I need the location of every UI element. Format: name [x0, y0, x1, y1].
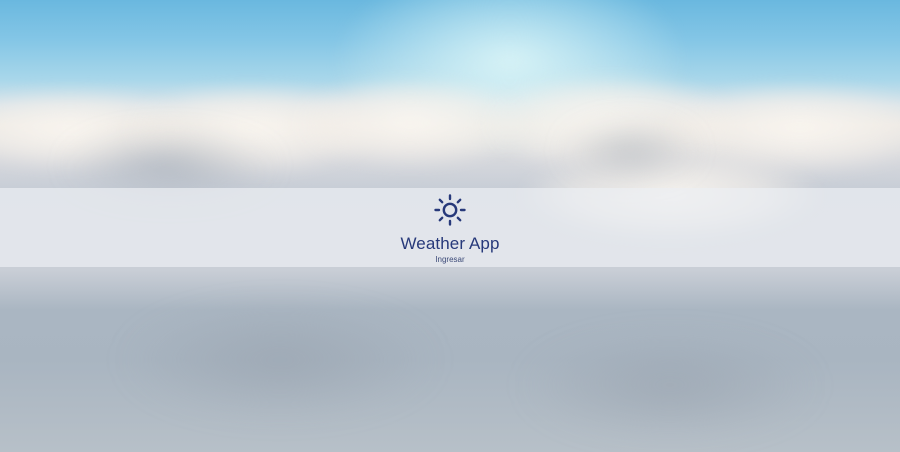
brand-block: Weather App Ingresar	[350, 188, 550, 267]
cloud-shadow	[120, 300, 440, 420]
app-title: Weather App	[400, 234, 500, 253]
login-link[interactable]: Ingresar	[420, 255, 480, 264]
cloud-shadow	[560, 120, 700, 180]
cloud-shadow	[520, 330, 820, 440]
sun-icon	[434, 194, 466, 226]
